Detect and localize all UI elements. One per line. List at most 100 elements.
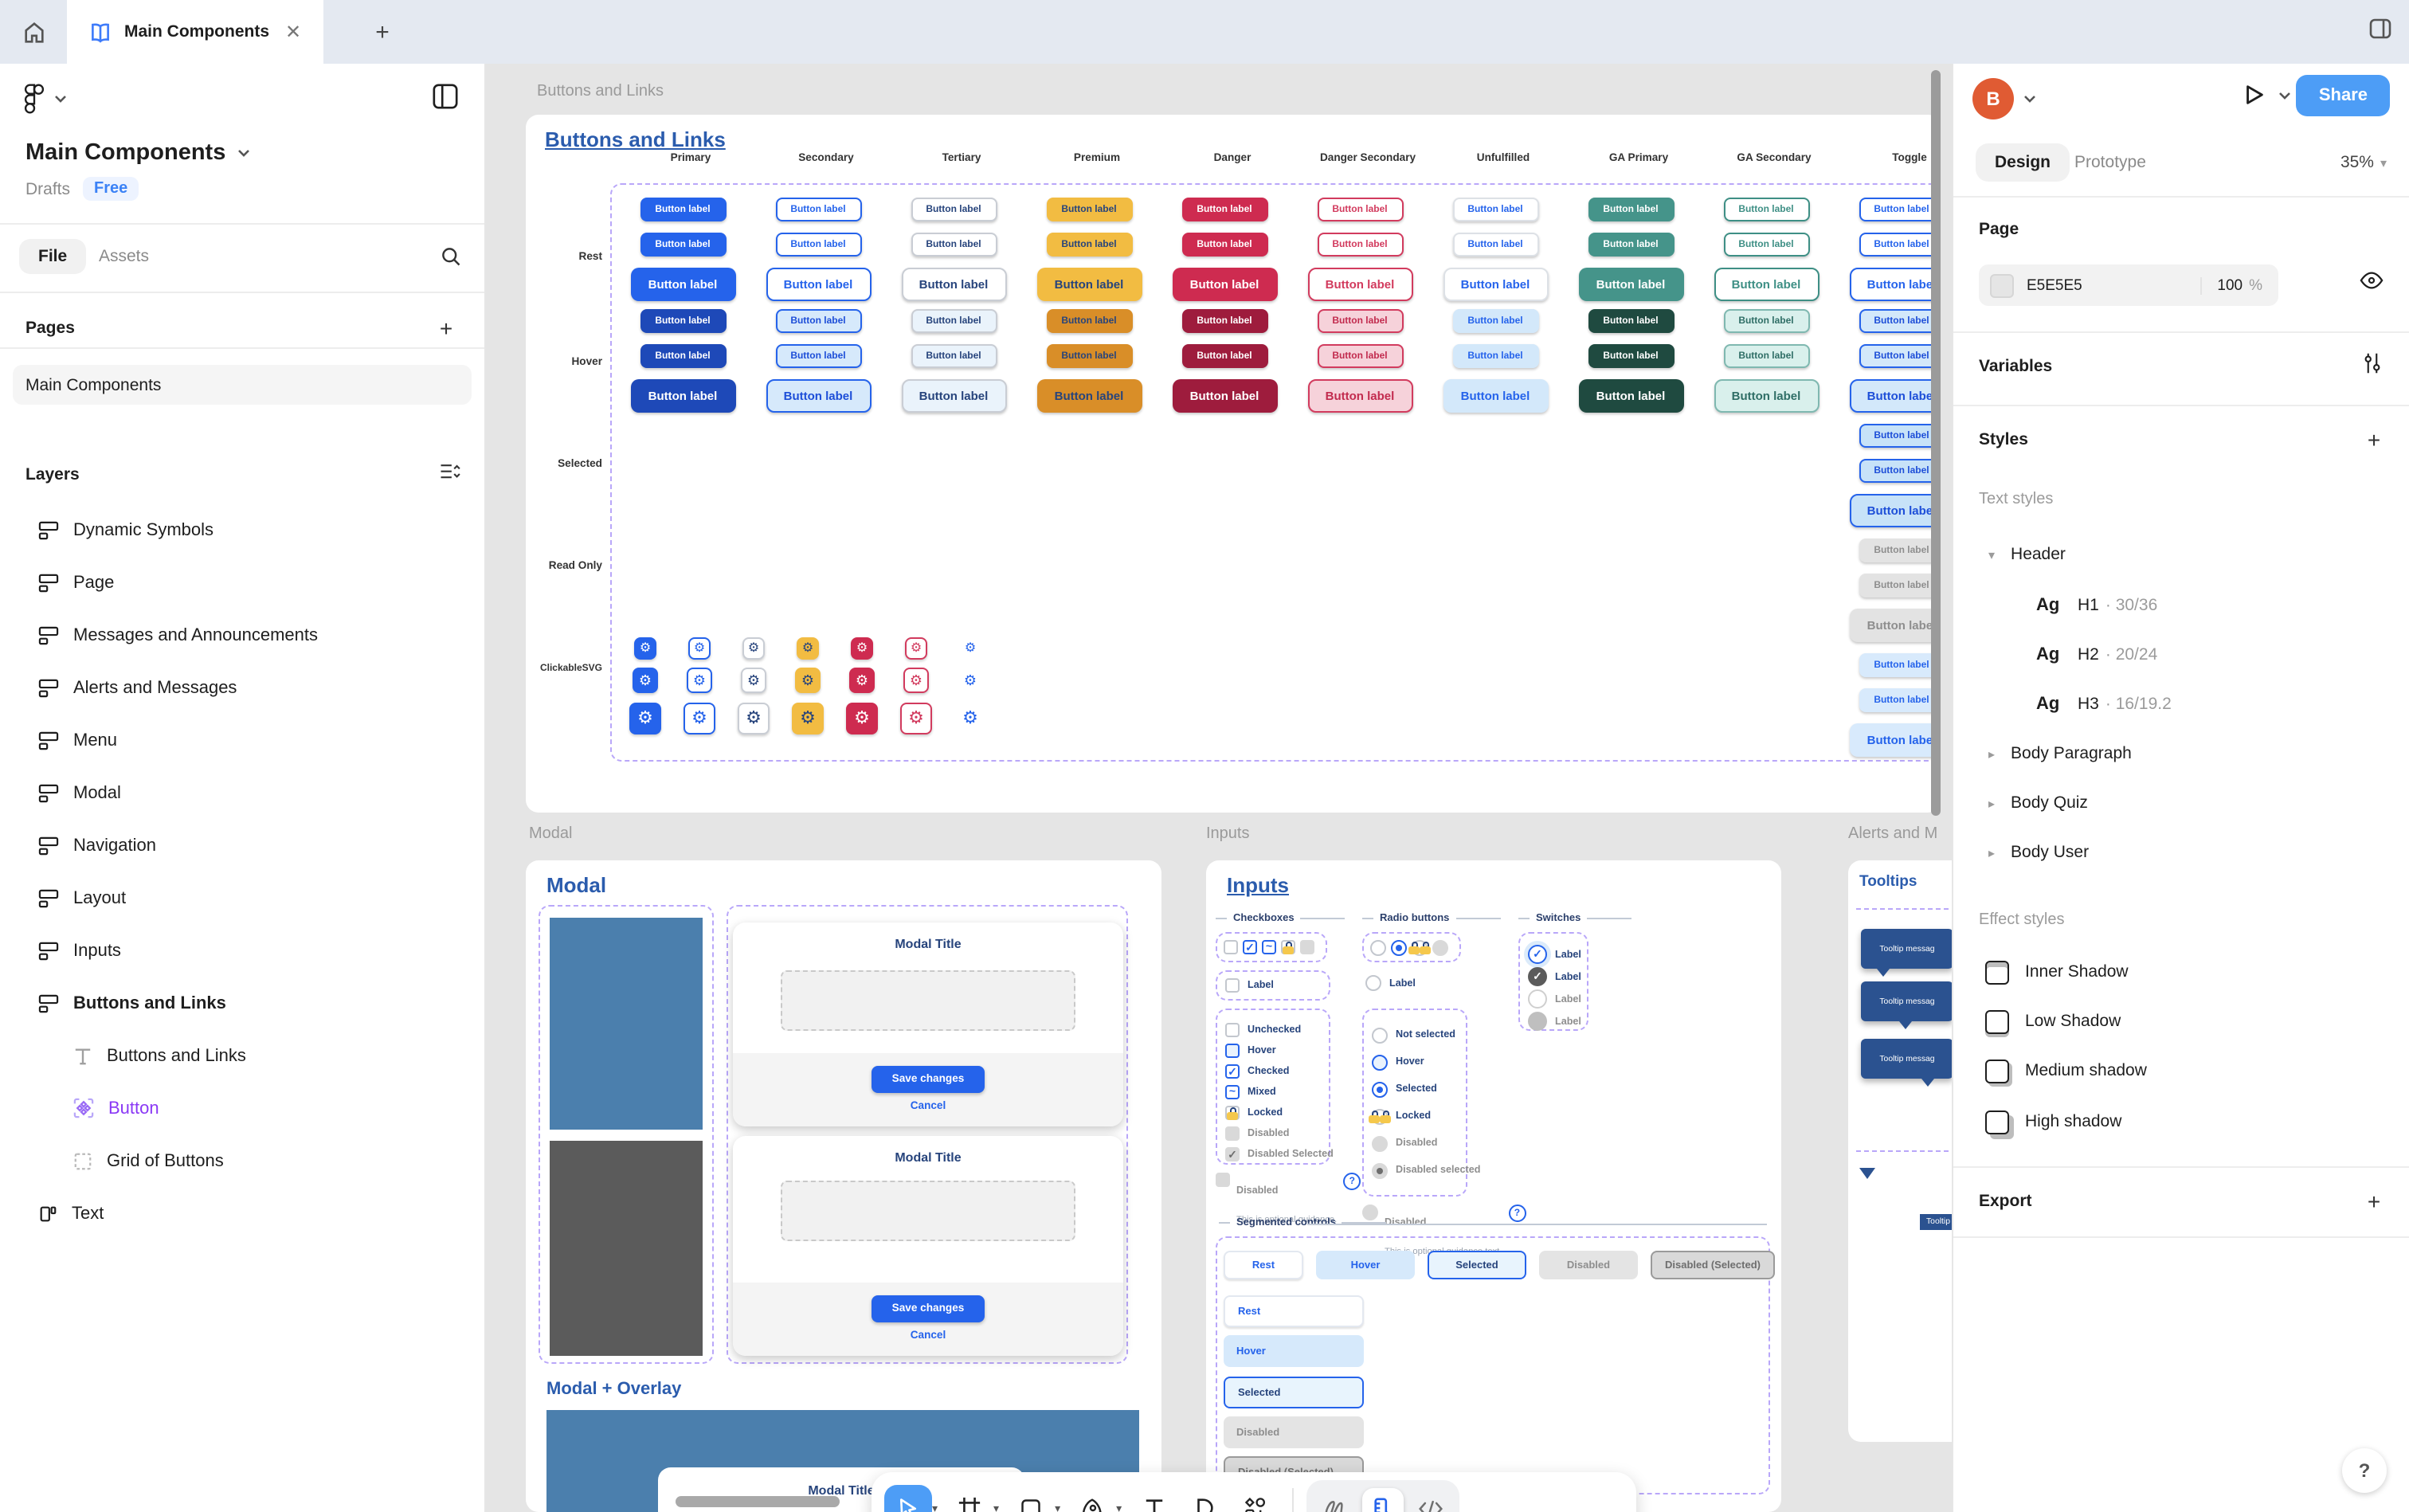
add-export-button[interactable]: + — [2358, 1185, 2390, 1217]
checkbox-icon[interactable] — [1216, 1173, 1230, 1187]
chevron-down-icon[interactable] — [237, 148, 249, 158]
checkbox-icon[interactable] — [1225, 1044, 1240, 1058]
chevron-down-icon[interactable]: ▾ — [1988, 547, 1995, 562]
button-specimen-ga-primary-hover[interactable]: Button label — [1578, 379, 1683, 413]
radio-icon[interactable] — [1372, 1162, 1388, 1178]
collapse-layers-icon[interactable] — [438, 462, 462, 483]
clickable-svg-premium[interactable]: ⚙ — [797, 637, 819, 660]
button-specimen-ga-primary-hover[interactable]: Button label — [1588, 309, 1674, 333]
button-specimen-danger-hover[interactable]: Button label — [1181, 309, 1267, 333]
text-style-group-body-paragraph[interactable]: ▸Body Paragraph — [1988, 734, 2132, 773]
frame-inputs[interactable]: Inputs Checkboxes Radio buttons Switches… — [1206, 860, 1781, 1512]
frame-tooltips[interactable]: Tooltips Tooltip messagTooltip messagToo… — [1848, 860, 1952, 1442]
button-specimen-unfulfilled-hover[interactable]: Button label — [1452, 309, 1538, 333]
shape-tool-button[interactable] — [1007, 1484, 1055, 1512]
variables-settings-icon[interactable] — [2361, 352, 2384, 374]
checkbox-icon[interactable] — [1225, 1106, 1240, 1120]
modal-specimen[interactable]: Modal Title Save changes Cancel — [733, 1136, 1123, 1356]
checkbox-label-variant[interactable]: Label — [1216, 970, 1330, 1001]
button-specimen-unfulfilled-hover[interactable]: Button label — [1452, 344, 1538, 368]
button-specimen-tertiary-rest[interactable]: Button label — [901, 268, 1006, 301]
frame-tool-button[interactable] — [946, 1484, 993, 1512]
effect-style-low-shadow[interactable]: Low Shadow — [1985, 1002, 2121, 1040]
button-specimen-primary-rest[interactable]: Button label — [640, 233, 726, 257]
radio-icon[interactable] — [1372, 1135, 1388, 1151]
tooltip-specimen[interactable]: Tooltip messag — [1861, 929, 1952, 969]
frame-modal[interactable]: Modal Modal Title Save changes Cancel Mo… — [526, 860, 1161, 1512]
checkbox-icon[interactable] — [1225, 1023, 1240, 1037]
measure-dev-button[interactable] — [1362, 1487, 1404, 1512]
layer-item-dynamic-symbols[interactable]: Dynamic Symbols — [0, 503, 484, 556]
text-style-group-body-quiz[interactable]: ▸Body Quiz — [1988, 784, 2088, 822]
home-button[interactable] — [0, 0, 67, 64]
button-specimen-toggle-readonly[interactable]: Button label — [1849, 609, 1941, 642]
radio-icon[interactable] — [1365, 975, 1381, 991]
button-specimen-toggle-rest[interactable]: Button label — [1859, 198, 1941, 221]
layer-item-layout[interactable]: Layout — [0, 872, 484, 924]
clickable-svg-secondary[interactable]: ⚙ — [688, 637, 711, 660]
chevron-right-icon[interactable]: ▸ — [1988, 746, 1995, 761]
page-color-row[interactable]: E5E5E5 100 % — [1979, 264, 2278, 306]
blob-tool-button[interactable] — [1181, 1484, 1228, 1512]
share-button[interactable]: Share — [2297, 75, 2390, 116]
layer-item-grid-of-buttons[interactable]: Grid of Buttons — [0, 1134, 484, 1187]
section-label-alerts[interactable]: Alerts and M — [1848, 825, 1952, 843]
effect-style-medium-shadow[interactable]: Medium shadow — [1985, 1052, 2147, 1090]
button-specimen-unfulfilled-hover[interactable]: Button label — [1443, 379, 1548, 413]
tab-file[interactable]: File — [19, 239, 86, 274]
button-specimen-premium-hover[interactable]: Button label — [1046, 309, 1132, 333]
button-specimen-danger-secondary-rest[interactable]: Button label — [1317, 198, 1403, 221]
checkbox-icon[interactable] — [1225, 978, 1240, 993]
radio-icon[interactable] — [1372, 1027, 1388, 1043]
checkbox-icon[interactable]: ~ — [1262, 940, 1276, 954]
mini-tooltip[interactable]: Tooltip — [1920, 1214, 1952, 1230]
button-specimen-ga-primary-rest[interactable]: Button label — [1588, 198, 1674, 221]
page-item-main-components[interactable]: Main Components — [13, 365, 472, 405]
effect-style-high-shadow[interactable]: High shadow — [1985, 1103, 2121, 1141]
tab-overview-icon[interactable] — [2368, 16, 2393, 41]
segment-hover[interactable]: Hover — [1316, 1251, 1415, 1279]
layer-item-buttons-and-links[interactable]: Buttons and Links — [0, 1029, 484, 1082]
dropdown-arrow-icon[interactable] — [1859, 1168, 1875, 1179]
button-specimen-danger-rest[interactable]: Button label — [1181, 198, 1267, 221]
text-style-item-h1[interactable]: AgH1· 30/36 — [2036, 586, 2157, 625]
radio-icon[interactable] — [1391, 939, 1407, 955]
tab-assets[interactable]: Assets — [99, 247, 149, 266]
search-icon[interactable] — [440, 245, 462, 268]
canvas-vertical-scrollbar[interactable] — [1931, 70, 1941, 816]
segment-disabled-selected[interactable]: Disabled (Selected) — [1651, 1251, 1775, 1279]
checkbox-icon[interactable]: ~ — [1225, 1085, 1240, 1099]
button-specimen-ga-secondary-rest[interactable]: Button label — [1723, 198, 1809, 221]
section-label-buttons[interactable]: Buttons and Links — [537, 83, 664, 100]
button-specimen-toggle-rest[interactable]: Button label — [1849, 268, 1941, 301]
button-specimen-toggle-hover[interactable]: Button label — [1849, 379, 1941, 413]
button-specimen-toggle-readonly[interactable]: Button label — [1859, 574, 1941, 597]
checkbox-icon[interactable] — [1300, 940, 1314, 954]
clickable-svg-ghost[interactable]: ⚙ — [959, 637, 981, 660]
button-specimen-toggle-hover[interactable]: Button label — [1859, 344, 1941, 368]
clickable-svg-danger[interactable]: ⚙ — [846, 703, 878, 734]
switches-list[interactable]: ✓Label✓LabelLabelLabel — [1518, 932, 1588, 1031]
layer-item-button[interactable]: Button — [0, 1082, 484, 1134]
overlay-swatch-gray[interactable] — [550, 1141, 703, 1356]
button-specimen-toggle-selected[interactable]: Button label — [1849, 494, 1941, 527]
checkbox-icon[interactable]: ✓ — [1225, 1064, 1240, 1079]
move-tool-button[interactable] — [884, 1484, 932, 1512]
layer-item-modal[interactable]: Modal — [0, 766, 484, 819]
frame-buttons-and-links[interactable]: Buttons and Links PrimarySecondaryTertia… — [526, 115, 1941, 813]
clickable-svg-tertiary[interactable]: ⚙ — [741, 668, 766, 693]
button-specimen-danger-secondary-rest[interactable]: Button label — [1307, 268, 1412, 301]
layer-item-navigation[interactable]: Navigation — [0, 819, 484, 872]
avatar[interactable]: B — [1972, 78, 2014, 119]
pen-tool-button[interactable] — [1068, 1484, 1116, 1512]
button-specimen-premium-hover[interactable]: Button label — [1036, 379, 1142, 413]
save-changes-button[interactable]: Save changes — [872, 1066, 985, 1093]
overlay-swatch-blue[interactable] — [550, 918, 703, 1130]
draw-annotate-button[interactable] — [1314, 1487, 1356, 1512]
clickable-svg-tertiary[interactable]: ⚙ — [742, 637, 765, 660]
layer-item-page[interactable]: Page — [0, 556, 484, 609]
file-tab[interactable]: Main Components ✕ — [67, 0, 323, 64]
modal-variants-left[interactable] — [539, 905, 714, 1364]
button-specimen-unfulfilled-rest[interactable]: Button label — [1443, 268, 1548, 301]
button-specimen-tertiary-hover[interactable]: Button label — [911, 344, 997, 368]
